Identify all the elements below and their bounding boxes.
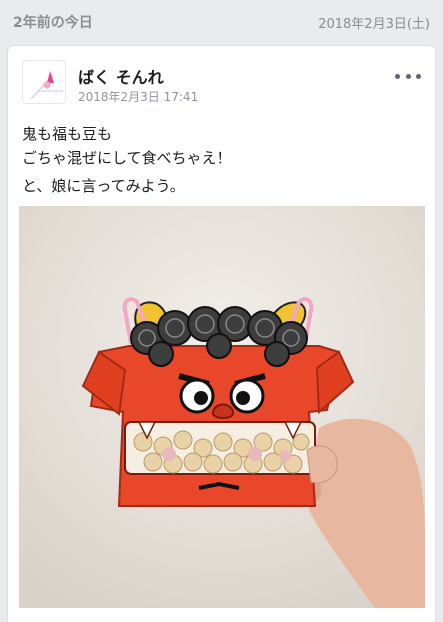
post-line-3: と、娘に言ってみよう。	[22, 177, 185, 195]
more-options-icon[interactable]	[395, 68, 421, 84]
post-text: 鬼も福も豆も ごちゃ混ぜにして食べちゃえ！ と、娘に言ってみよう。	[22, 122, 422, 198]
post-line-1: 鬼も福も豆も	[22, 125, 113, 143]
post-card: ばく そんれ 2018年2月3日 17:41 鬼も福も豆も ごちゃ混ぜにして食べ…	[8, 46, 435, 622]
avatar-logo-icon	[30, 71, 63, 100]
oni-bean-box-photo	[19, 206, 425, 608]
post-timestamp[interactable]: 2018年2月3日 17:41	[78, 88, 198, 105]
author-name[interactable]: ばく そんれ	[78, 64, 164, 88]
memory-header: 2年前の今日 2018年2月3日(土)	[0, 0, 443, 44]
memory-title: 2年前の今日	[13, 15, 93, 31]
memory-date: 2018年2月3日(土)	[318, 16, 430, 32]
post-line-2: ごちゃ混ぜにして食べちゃえ！	[22, 149, 232, 167]
post-photo[interactable]	[19, 206, 425, 608]
avatar[interactable]	[22, 60, 66, 104]
